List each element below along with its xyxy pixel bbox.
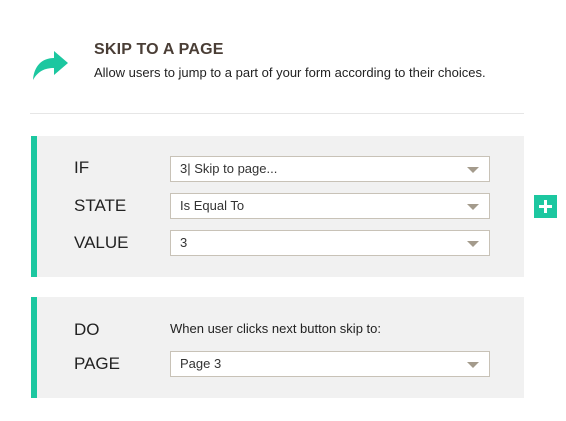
chevron-down-icon bbox=[467, 362, 479, 368]
if-select[interactable]: 3| Skip to page... bbox=[170, 156, 490, 182]
action-panel: DO When user clicks next button skip to:… bbox=[31, 297, 524, 398]
if-select-value: 3| Skip to page... bbox=[180, 161, 278, 176]
value-select-value: 3 bbox=[180, 235, 188, 250]
state-select-value: Is Equal To bbox=[180, 198, 245, 213]
value-label: VALUE bbox=[74, 233, 129, 252]
page-description: Allow users to jump to a part of your fo… bbox=[94, 65, 486, 80]
condition-panel: IF 3| Skip to page... STATE Is Equal To … bbox=[31, 136, 524, 277]
forward-arrow-icon bbox=[33, 51, 68, 80]
add-condition-button[interactable] bbox=[534, 195, 557, 218]
state-select[interactable]: Is Equal To bbox=[170, 193, 490, 219]
do-label: DO bbox=[74, 320, 100, 339]
plus-icon-vertical bbox=[544, 200, 547, 213]
state-label: STATE bbox=[74, 196, 127, 215]
header: SKIP TO A PAGE Allow users to jump to a … bbox=[30, 30, 524, 114]
chevron-down-icon bbox=[467, 204, 479, 210]
chevron-down-icon bbox=[467, 241, 479, 247]
if-label: IF bbox=[74, 158, 90, 177]
page-label: PAGE bbox=[74, 354, 120, 373]
page-select-value: Page 3 bbox=[180, 356, 222, 371]
page-title: SKIP TO A PAGE bbox=[94, 41, 224, 58]
chevron-down-icon bbox=[467, 167, 479, 173]
value-select[interactable]: 3 bbox=[170, 230, 490, 256]
page-select[interactable]: Page 3 bbox=[170, 351, 490, 377]
do-description: When user clicks next button skip to: bbox=[170, 321, 381, 336]
